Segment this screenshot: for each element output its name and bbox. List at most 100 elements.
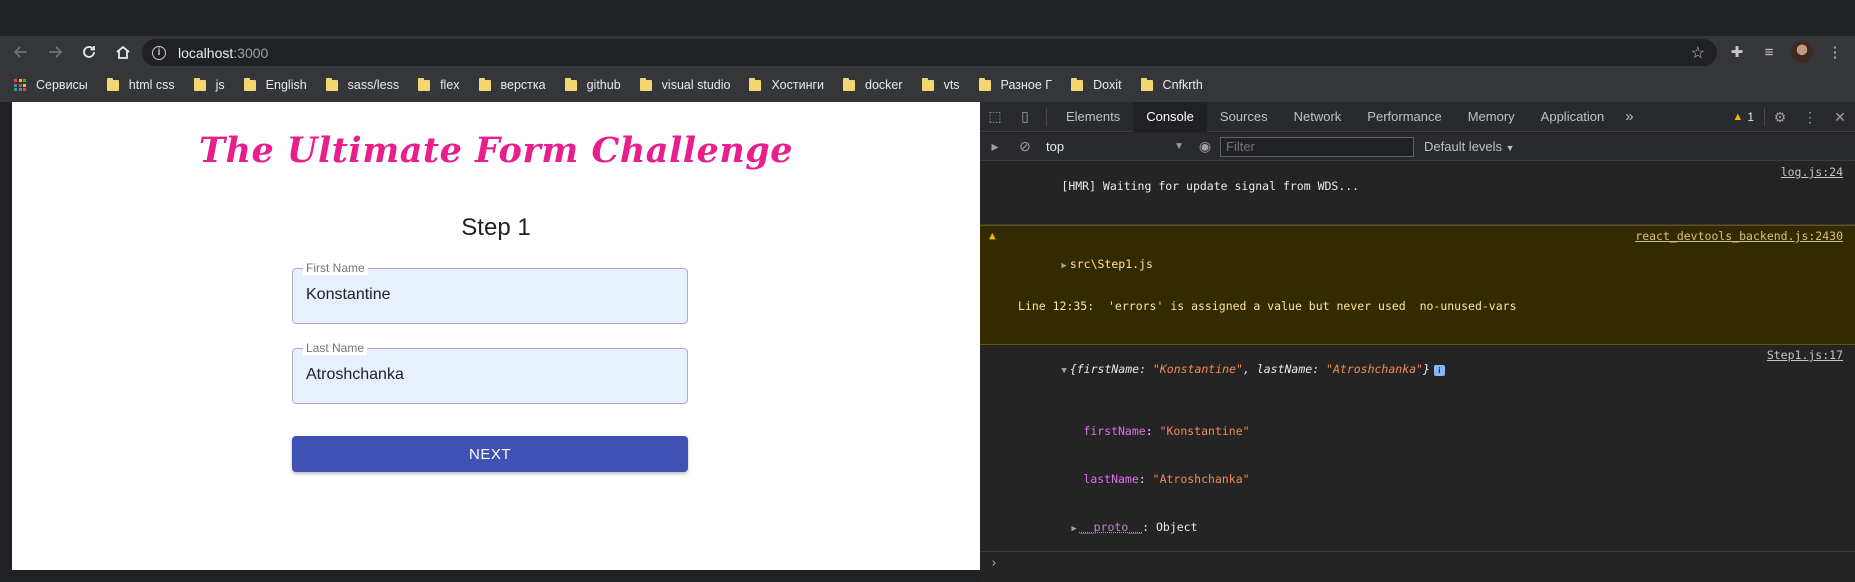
reload-button[interactable] (76, 39, 102, 65)
bookmark-folder[interactable]: vts (921, 77, 960, 92)
tab-console[interactable]: Console (1133, 101, 1207, 132)
info-icon[interactable]: i (1433, 365, 1445, 376)
log-levels-dropdown[interactable]: Default levels ▼ (1424, 139, 1515, 154)
bookmark-label: Сервисы (36, 78, 88, 92)
settings-gear-icon[interactable]: ⚙ (1765, 102, 1795, 132)
bookmark-label: html css (128, 78, 175, 92)
collapse-triangle-icon[interactable]: ▼ (1061, 366, 1066, 376)
folder-icon (1140, 77, 1153, 91)
obj-key: lastName (1256, 362, 1313, 376)
source-link[interactable]: react_devtools_backend.js:2430 (1635, 229, 1843, 243)
filter-input[interactable] (1220, 136, 1414, 157)
site-info-icon[interactable]: i (152, 45, 166, 60)
tab-application[interactable]: Application (1528, 102, 1618, 132)
bookmark-folder[interactable]: js (193, 77, 225, 92)
bookmark-folder[interactable]: Doxit (1071, 77, 1122, 92)
bookmark-folder[interactable]: верстка (478, 77, 546, 92)
expand-triangle-icon[interactable]: ▶ (1061, 261, 1066, 271)
last-name-input[interactable] (306, 366, 666, 384)
console-output: [HMR] Waiting for update signal from WDS… (980, 162, 1855, 571)
warnings-badge[interactable]: ▲ 1 (1722, 108, 1765, 126)
bookmark-folder[interactable]: English (243, 77, 307, 92)
brace: } (1422, 362, 1430, 376)
bookmark-label: Doxit (1093, 78, 1122, 92)
source-link[interactable]: Step1.js:17 (1767, 348, 1843, 362)
folder-icon (193, 77, 206, 91)
object-property: lastName: "Atroshchanka" (980, 455, 1855, 503)
folder-icon (1071, 77, 1084, 91)
back-arrow-icon (13, 46, 27, 58)
proto-value: Object (1155, 520, 1198, 534)
colon: : (1138, 472, 1153, 486)
dropdown-arrow-icon: ▼ (1174, 141, 1184, 152)
media-playlist-icon[interactable]: ≡ (1759, 42, 1779, 62)
bookmark-folder[interactable]: docker (843, 77, 903, 92)
first-name-field[interactable]: First Name (292, 261, 688, 324)
console-object: ▼ {firstName: "Konstantine", lastName: "A… (980, 345, 1855, 407)
folder-icon (921, 77, 934, 91)
bookmark-label: visual studio (661, 78, 731, 92)
bookmark-folder[interactable]: github (564, 77, 621, 92)
bookmark-folder[interactable]: Хостинги (749, 77, 824, 92)
address-bar[interactable]: i localhost:3000 ☆ (142, 39, 1717, 66)
context-value: top (1046, 139, 1065, 154)
divider (1046, 107, 1047, 126)
tab-elements[interactable]: Elements (1053, 102, 1133, 132)
reload-icon (83, 46, 95, 58)
bookmark-folder[interactable]: sass/less (325, 77, 399, 92)
tab-memory[interactable]: Memory (1455, 102, 1528, 132)
colon: : (1312, 362, 1327, 376)
step-heading: Step 1 (461, 214, 531, 241)
context-select[interactable]: top ▼ (1040, 139, 1190, 154)
colon: : (1145, 424, 1160, 438)
first-name-label: First Name (303, 261, 368, 275)
customize-kebab-icon[interactable]: ⋮ (1795, 102, 1825, 132)
extensions-icon[interactable]: ✚ (1727, 42, 1747, 62)
bookmark-folder[interactable]: flex (418, 77, 460, 92)
last-name-field[interactable]: Last Name (292, 341, 688, 404)
proto-key: __proto__ (1079, 520, 1143, 534)
profile-avatar[interactable] (1791, 41, 1813, 63)
colon: : (1142, 520, 1156, 534)
inspect-element-icon[interactable]: ⬚ (980, 102, 1010, 132)
forward-arrow-icon (49, 46, 63, 58)
sidebar-toggle-icon[interactable]: ▸ (980, 132, 1010, 162)
close-icon[interactable]: ✕ (1825, 102, 1855, 132)
console-warning: ▲ ▶ src\Step1.js react_devtools_backend.j… (980, 225, 1855, 345)
forward-button[interactable] (42, 39, 68, 65)
tab-sources[interactable]: Sources (1207, 102, 1281, 132)
obj-value: "Konstantine" (1152, 362, 1243, 376)
first-name-input[interactable] (306, 286, 666, 304)
device-toolbar-icon[interactable]: ▯ (1010, 102, 1040, 132)
more-tabs-icon[interactable]: » (1617, 108, 1641, 125)
bookmark-folder[interactable]: Cnfkrth (1140, 77, 1203, 92)
bookmark-label: js (215, 78, 225, 92)
bookmark-folder[interactable]: visual studio (639, 77, 731, 92)
url-port: :3000 (233, 44, 269, 61)
bookmark-folder[interactable]: html css (106, 77, 175, 92)
tab-performance[interactable]: Performance (1354, 102, 1454, 132)
obj-preview[interactable]: {firstName: "Konstantine", lastName: "At… (1070, 362, 1430, 376)
console-prompt-icon[interactable]: › (980, 556, 1855, 571)
back-button[interactable] (8, 39, 34, 65)
bookmark-label: docker (865, 78, 903, 92)
bookmark-label: github (586, 78, 621, 92)
colon: : (1139, 362, 1153, 376)
property-key: lastName (1083, 472, 1139, 486)
apps-grid-icon (14, 79, 26, 91)
expand-triangle-icon[interactable]: ▶ (1071, 524, 1076, 534)
live-expression-eye-icon[interactable]: ◉ (1190, 132, 1220, 162)
home-button[interactable] (110, 39, 136, 65)
next-button[interactable]: NEXT (292, 436, 688, 472)
source-link[interactable]: log.js:24 (1781, 165, 1843, 179)
tab-network[interactable]: Network (1281, 102, 1355, 132)
clear-console-icon[interactable]: ⊘ (1010, 132, 1040, 162)
bookmark-apps[interactable]: Сервисы (14, 78, 88, 92)
bookmark-folder[interactable]: Разное Г (978, 77, 1052, 92)
menu-kebab-icon[interactable]: ⋮ (1825, 42, 1845, 62)
object-property: firstName: "Konstantine" (980, 407, 1855, 455)
folder-icon (418, 77, 431, 91)
bookmark-star-icon[interactable]: ☆ (1691, 43, 1705, 63)
console-message: [HMR] Waiting for update signal from WDS… (980, 162, 1855, 225)
property-value: "Atroshchanka" (1152, 472, 1250, 486)
